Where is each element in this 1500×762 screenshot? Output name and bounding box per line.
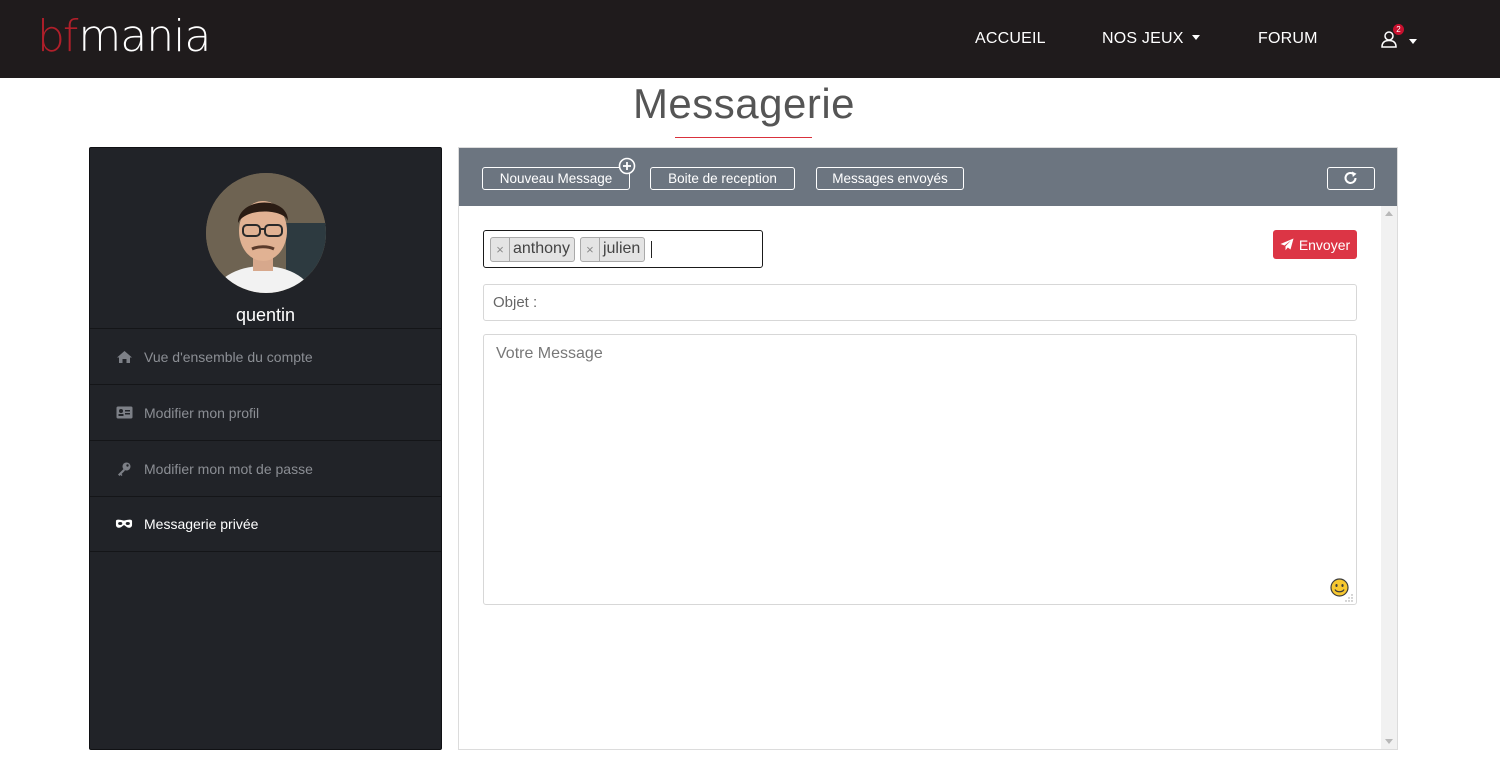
- mask-icon: [115, 516, 133, 532]
- text-cursor: [651, 240, 653, 258]
- plus-circle-icon: [618, 157, 636, 175]
- sent-messages-button[interactable]: Messages envoyés: [816, 167, 964, 190]
- chevron-down-icon: [1191, 34, 1200, 40]
- refresh-button[interactable]: [1327, 167, 1375, 190]
- scroll-down-arrow[interactable]: [1385, 739, 1393, 744]
- chevron-down-icon: [1409, 39, 1417, 44]
- sidebar-item-label: Modifier mon profil: [144, 404, 260, 421]
- new-message-button[interactable]: Nouveau Message: [482, 167, 630, 190]
- home-icon: [115, 349, 133, 365]
- remove-recipient-button[interactable]: ×: [491, 237, 510, 261]
- recipient-tag: × julien: [579, 236, 646, 262]
- avatar-image: [206, 173, 326, 293]
- sidebar-item-password[interactable]: Modifier mon mot de passe: [90, 440, 441, 496]
- username: quentin: [235, 305, 296, 325]
- send-button[interactable]: Envoyer: [1273, 230, 1357, 259]
- user-menu-dropdown[interactable]: 2: [1380, 24, 1420, 52]
- title-underline: [675, 137, 812, 138]
- page-title: Messagerie: [632, 80, 856, 127]
- recipients-field[interactable]: × anthony × julien: [483, 230, 763, 268]
- logo-suffix: mania: [78, 11, 211, 62]
- account-menu: Vue d'ensemble du compte Modifier mon pr…: [90, 328, 441, 552]
- subject-input[interactable]: [483, 284, 1357, 321]
- scroll-up-arrow[interactable]: [1385, 211, 1393, 216]
- messaging-toolbar: Nouveau Message Boite de reception Messa…: [459, 148, 1397, 206]
- resize-grip-icon[interactable]: [1345, 594, 1353, 602]
- nav-jeux-label: NOS JEUX: [1102, 30, 1184, 47]
- send-button-label: Envoyer: [1298, 236, 1351, 253]
- account-sidebar: quentin Vue d'ensemble du compte Modifie…: [89, 147, 442, 750]
- recipient-name: julien: [602, 240, 641, 257]
- key-icon: [115, 461, 133, 477]
- sidebar-item-overview[interactable]: Vue d'ensemble du compte: [90, 328, 441, 384]
- message-textarea[interactable]: [483, 334, 1357, 605]
- remove-recipient-button[interactable]: ×: [581, 237, 600, 261]
- nav-jeux-dropdown[interactable]: NOS JEUX: [1102, 30, 1200, 48]
- inbox-button[interactable]: Boite de reception: [650, 167, 795, 190]
- sidebar-item-label: Modifier mon mot de passe: [144, 460, 313, 477]
- nav-accueil-link[interactable]: ACCUEIL: [975, 30, 1046, 48]
- id-card-icon: [115, 405, 133, 421]
- top-navbar: bf mania ACCUEIL NOS JEUX FORUM 2: [0, 0, 1500, 78]
- paper-plane-icon: [1280, 238, 1294, 251]
- sidebar-item-profile[interactable]: Modifier mon profil: [90, 384, 441, 440]
- notification-badge: 2: [1393, 24, 1404, 35]
- nav-forum-link[interactable]: FORUM: [1258, 30, 1318, 48]
- refresh-icon: [1344, 171, 1357, 184]
- site-logo[interactable]: bf mania: [37, 9, 211, 62]
- logo-prefix: bf: [37, 11, 78, 62]
- sidebar-item-messaging[interactable]: Messagerie privée: [90, 496, 441, 552]
- scrollbar[interactable]: [1381, 206, 1397, 749]
- avatar: [206, 173, 326, 293]
- sidebar-item-label: Messagerie privée: [144, 516, 259, 532]
- recipient-name: anthony: [513, 240, 570, 257]
- recipient-tag: × anthony: [490, 236, 575, 262]
- messaging-panel: Nouveau Message Boite de reception Messa…: [458, 147, 1398, 750]
- sidebar-item-label: Vue d'ensemble du compte: [144, 348, 313, 365]
